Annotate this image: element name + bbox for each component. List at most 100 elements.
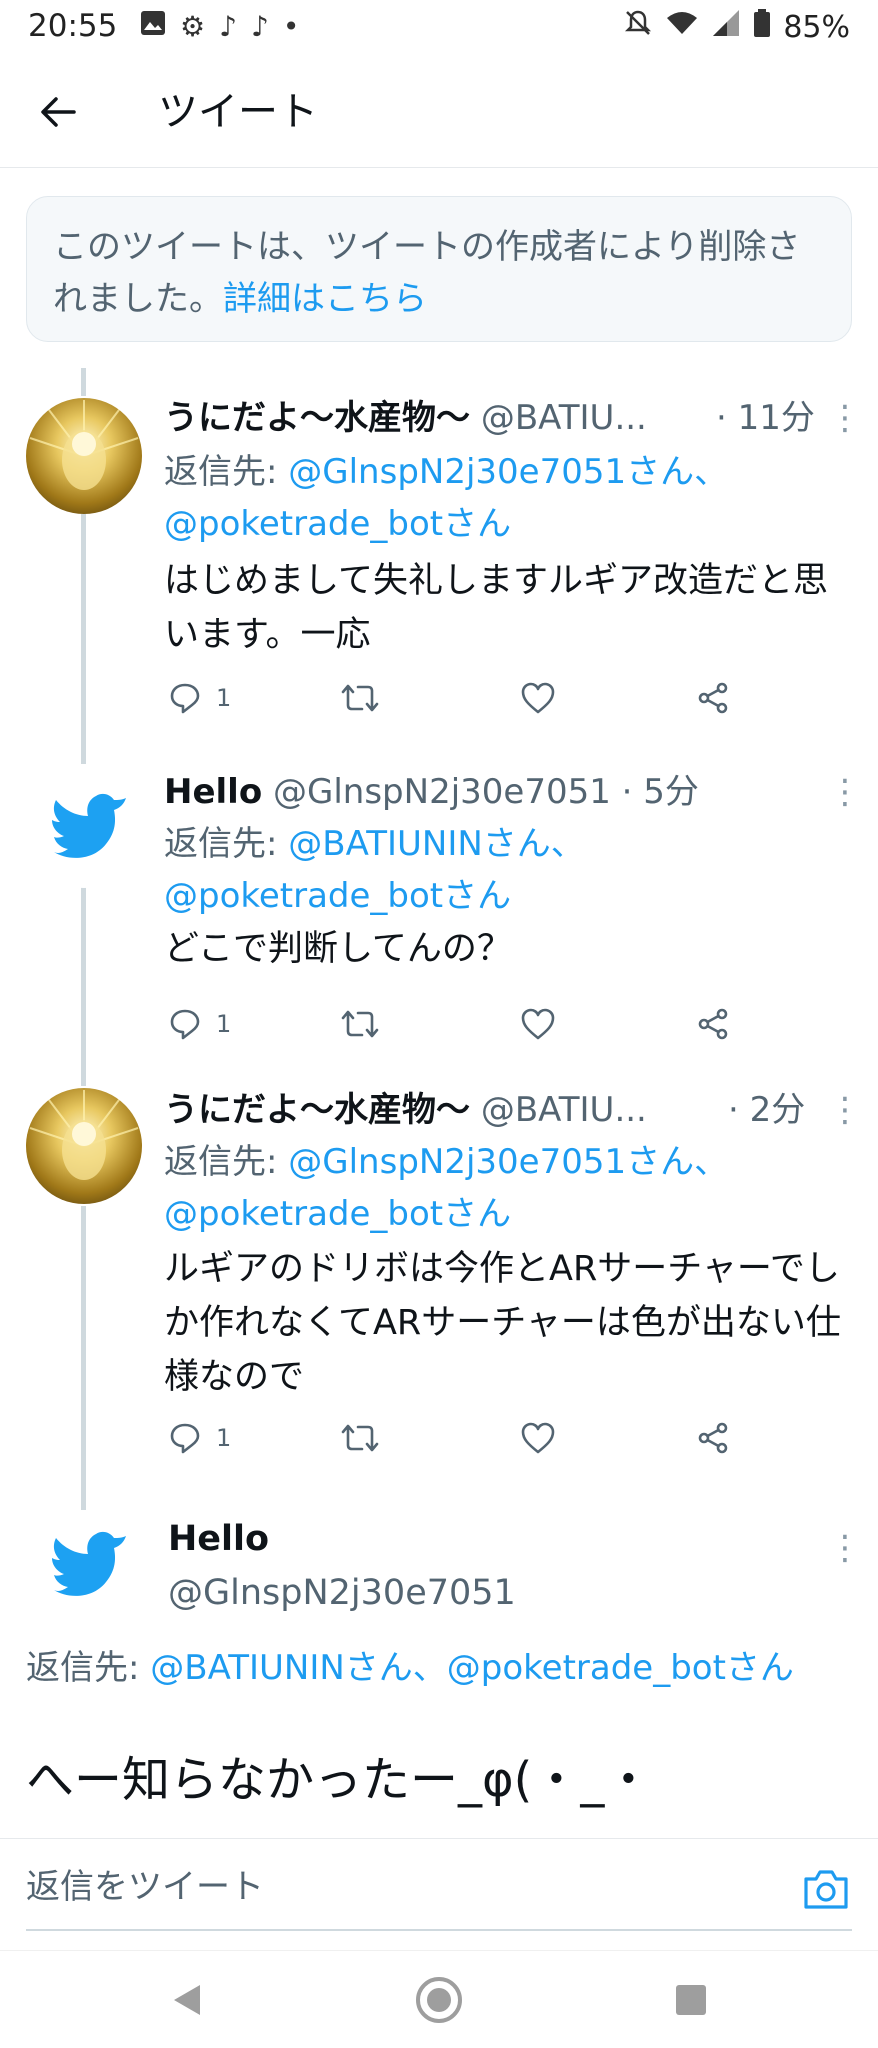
- retweet-icon: [341, 1424, 379, 1452]
- reply-to: 返信先: @BATIUNINさん、 @poketrade_botさん: [164, 818, 854, 922]
- settings-icon: ⚙: [180, 9, 206, 43]
- reply-to: 返信先: @GlnspN2j30e7051さん、 @poketrade_botさ…: [164, 1136, 854, 1240]
- tweet-text: へー知らなかったー_φ(・_・: [26, 1752, 653, 1808]
- like-button[interactable]: [520, 674, 556, 722]
- reply-mention[interactable]: @BATIUNINさん、: [288, 824, 585, 864]
- reply-to: 返信先: @BATIUNINさん、@poketrade_botさん: [26, 1642, 852, 1694]
- reply-input[interactable]: 返信をツイート: [26, 1861, 264, 1913]
- reply-button[interactable]: 1: [168, 1414, 231, 1462]
- tiktok-icon: ♪: [219, 9, 237, 43]
- reply-prefix: 返信先:: [26, 1648, 151, 1688]
- author-name[interactable]: うにだよ〜水産物〜: [164, 398, 470, 438]
- tweet-actions: 1: [164, 1414, 764, 1462]
- thread-line: [81, 368, 86, 396]
- tweet-text: どこで判断してんの？: [164, 929, 512, 969]
- tiktok-icon-2: ♪: [250, 9, 269, 43]
- thread-line: [81, 514, 86, 764]
- divider: [26, 1929, 852, 1931]
- system-icons: 85%: [623, 8, 850, 46]
- tweet-header: うにだよ〜水産物〜 @BATIU...: [164, 1086, 647, 1134]
- share-button[interactable]: [696, 1414, 730, 1462]
- deleted-tweet-notice: このツイートは、ツイートの作成者により削除されました。詳細はこちら: [26, 196, 852, 342]
- reply-button[interactable]: 1: [168, 1000, 231, 1048]
- reply-mention[interactable]: @BATIUNINさん、@poketrade_botさん: [150, 1648, 794, 1688]
- like-button[interactable]: [520, 1414, 556, 1462]
- avatar[interactable]: [26, 772, 142, 888]
- bird-icon: [52, 1531, 126, 1596]
- reply-prefix: 返信先:: [164, 1142, 289, 1182]
- tweet-text: ルギアのドリボは今作とARサーチャーでしか作れなくてARサーチャーは色が出ない仕…: [164, 1249, 841, 1397]
- author-handle[interactable]: @BATIU...: [481, 398, 647, 438]
- more-options-icon[interactable]: ⋮: [828, 1524, 862, 1572]
- more-options-icon[interactable]: ⋮: [828, 394, 862, 442]
- reply-count: 1: [216, 1010, 232, 1038]
- mute-icon: [623, 8, 653, 46]
- retweet-button[interactable]: [340, 1000, 380, 1048]
- bird-icon: [52, 793, 126, 858]
- share-icon: [698, 1422, 728, 1454]
- heart-icon: [521, 1422, 555, 1454]
- retweet-icon: [341, 684, 379, 712]
- tweet-text: はじめまして失礼しますルギア改造だと思います。一応: [164, 561, 828, 655]
- retweet-button[interactable]: [340, 674, 380, 722]
- author-handle[interactable]: @GlnspN2j30e7051 · 5分: [273, 772, 699, 812]
- details-link[interactable]: 詳細はこちら: [223, 279, 427, 319]
- avatar[interactable]: [26, 398, 142, 514]
- reply-prefix: 返信先:: [164, 452, 289, 492]
- dot-icon: •: [282, 9, 300, 43]
- reply-count: 1: [216, 684, 232, 712]
- reply-mention[interactable]: @poketrade_botさん: [164, 876, 511, 916]
- page-title: ツイート: [158, 89, 318, 135]
- author-handle[interactable]: @GlnspN2j30e7051: [168, 1568, 516, 1618]
- heart-icon: [521, 682, 555, 714]
- status-time: 20:55: [28, 8, 118, 44]
- avatar[interactable]: [26, 1088, 142, 1204]
- nav-back-icon[interactable]: [160, 1973, 214, 2027]
- reply-prefix: 返信先:: [164, 824, 289, 864]
- app-header: ツイート: [0, 56, 878, 168]
- status-bar: 20:55 ⚙ ♪ ♪ • 85%: [0, 0, 878, 56]
- reply-icon: [170, 1423, 200, 1454]
- reply-mention[interactable]: @poketrade_botさん: [164, 504, 511, 544]
- heart-icon: [521, 1008, 555, 1040]
- notification-icons: ⚙ ♪ ♪ •: [140, 10, 299, 43]
- more-options-icon[interactable]: ⋮: [828, 768, 862, 816]
- reply-icon: [170, 683, 200, 714]
- share-button[interactable]: [696, 1000, 730, 1048]
- gallery-icon: [140, 10, 166, 43]
- retweet-button[interactable]: [340, 1414, 380, 1462]
- back-arrow-icon[interactable]: [30, 84, 86, 140]
- reply-count: 1: [216, 1424, 232, 1452]
- thread-line: [81, 884, 86, 1086]
- share-icon: [698, 682, 728, 714]
- thread-line: [81, 1206, 86, 1510]
- battery-percent: 85%: [783, 9, 850, 45]
- nav-home-icon[interactable]: [412, 1973, 466, 2027]
- signal-icon: [711, 8, 741, 46]
- tweet-actions: 1: [164, 674, 764, 722]
- tweet-header: Hello @GlnspN2j30e7051 · 5分: [164, 768, 699, 816]
- wifi-icon: [665, 8, 699, 46]
- reply-mention[interactable]: @GlnspN2j30e7051さん、: [288, 1142, 728, 1182]
- share-button[interactable]: [696, 674, 730, 722]
- more-options-icon[interactable]: ⋮: [828, 1086, 862, 1134]
- reply-button[interactable]: 1: [168, 674, 231, 722]
- author-handle[interactable]: @BATIU...: [481, 1090, 647, 1130]
- tweet-actions: 1: [164, 1000, 764, 1048]
- tweet-time: · 11分: [716, 398, 815, 438]
- reply-mention[interactable]: @GlnspN2j30e7051さん、: [288, 452, 728, 492]
- avatar[interactable]: [26, 1510, 142, 1626]
- tweet-time: · 2分: [728, 1090, 806, 1130]
- camera-icon[interactable]: [800, 1865, 852, 1913]
- author-name[interactable]: うにだよ〜水産物〜: [164, 1090, 470, 1130]
- like-button[interactable]: [520, 1000, 556, 1048]
- system-nav-bar: [0, 1950, 878, 2048]
- author-name[interactable]: Hello: [164, 772, 262, 812]
- reply-composer: 返信をツイート: [0, 1838, 878, 1938]
- nav-recents-icon[interactable]: [664, 1973, 718, 2027]
- author-name[interactable]: Hello: [168, 1514, 269, 1564]
- reply-icon: [170, 1009, 200, 1040]
- retweet-icon: [341, 1010, 379, 1038]
- battery-icon: [753, 8, 771, 46]
- reply-mention[interactable]: @poketrade_botさん: [164, 1194, 511, 1234]
